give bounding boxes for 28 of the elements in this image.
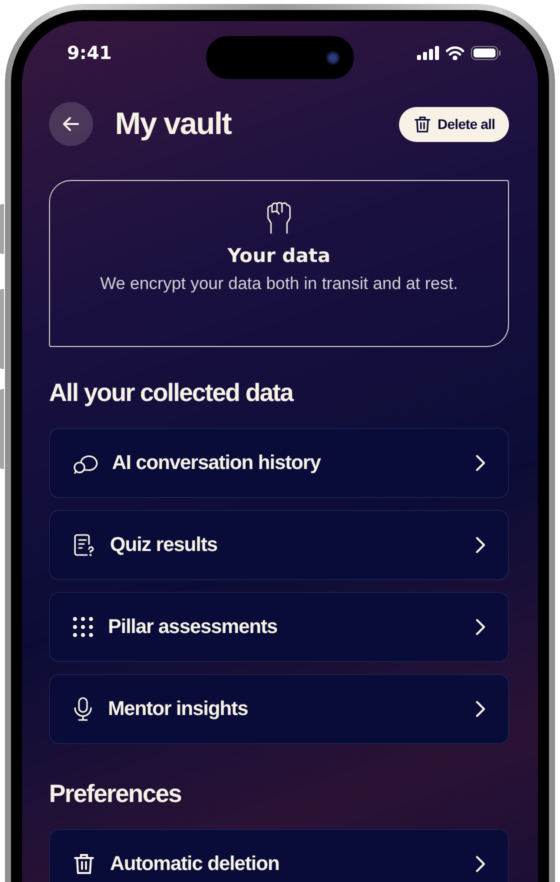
section-title: All your collected data [49, 379, 294, 408]
list-item[interactable]: Pillar assessments [49, 592, 509, 662]
list-item[interactable]: Quiz results [49, 510, 509, 580]
chevron-right-icon [474, 855, 486, 873]
chevron-right-icon [474, 700, 486, 718]
trash-icon [72, 852, 96, 876]
signal-icon [417, 46, 439, 60]
document-question-icon [72, 532, 96, 558]
back-arrow-icon [61, 114, 81, 134]
card-description: We encrypt your data both in transit and at rest. [100, 273, 458, 295]
page-title: My vault [115, 106, 233, 142]
list-item[interactable]: Automatic deletion [49, 829, 509, 882]
battery-icon [471, 46, 501, 60]
chevron-right-icon [474, 454, 486, 472]
delete-all-button[interactable]: Delete all [398, 106, 509, 142]
raised-fist-icon [266, 201, 292, 235]
trash-icon [412, 114, 432, 134]
microphone-icon [72, 696, 94, 722]
section-title: Preferences [49, 780, 182, 809]
card-title: Your data [228, 245, 330, 267]
chevron-right-icon [474, 536, 486, 554]
list-item[interactable]: AI conversation history [49, 428, 509, 498]
wifi-icon [445, 46, 465, 60]
status-time: 9:41 [67, 42, 112, 64]
dot-grid-icon [72, 616, 94, 638]
list-item[interactable]: Mentor insights [49, 674, 509, 744]
back-button[interactable] [49, 102, 93, 146]
chevron-right-icon [474, 618, 486, 636]
